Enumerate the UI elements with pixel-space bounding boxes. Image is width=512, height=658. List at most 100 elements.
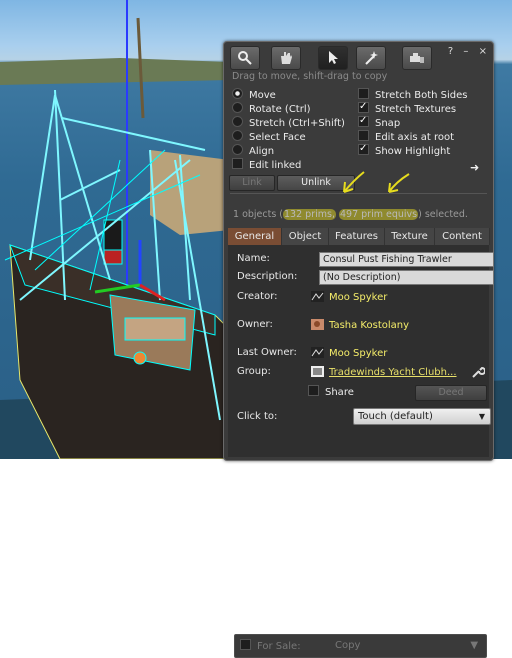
move-hand-icon [281,52,292,64]
stretch-textures-label: Stretch Textures [375,104,457,115]
minimize-button[interactable]: – [463,46,468,57]
owner-value[interactable]: Tasha Kostolany [311,319,409,331]
move-tool-button[interactable] [271,46,301,70]
checkbox-box [358,88,369,99]
land-tool-button[interactable] [402,46,432,70]
more-options-arrow-icon[interactable]: ➜ [470,161,479,174]
annotation-arrows-icon [343,171,410,193]
tab-general[interactable]: General [228,228,282,245]
radio-rotate[interactable]: Rotate (Ctrl) [232,102,311,116]
owner-label: Owner: [237,319,273,330]
count-prefix: 1 objects ( [233,209,284,220]
owner-name: Tasha Kostolany [329,320,410,331]
tab-features[interactable]: Features [329,228,385,245]
radio-dot [232,116,243,127]
radio-dot [232,102,243,113]
stretch-textures-checkbox[interactable]: Stretch Textures [358,100,457,116]
close-button[interactable]: × [479,46,487,57]
focus-tool-button[interactable] [230,46,260,70]
creator-value[interactable]: Moo Spyker [311,291,387,303]
click-to-value: Touch (default) [358,411,433,422]
snap-label: Snap [375,118,401,129]
for-sale-type-value: Copy [335,640,361,651]
description-field[interactable]: (No Description) [319,270,494,285]
edit-linked-checkbox[interactable]: Edit linked [232,158,301,172]
show-highlight-label: Show Highlight [375,146,451,157]
tab-object[interactable]: Object [282,228,329,245]
for-sale-checkbox[interactable]: For Sale: [240,639,301,653]
tab-content[interactable]: Content [435,228,490,245]
radio-stretch[interactable]: Stretch (Ctrl+Shift) [232,116,345,130]
radio-align-label: Align [249,146,275,157]
wrench-icon[interactable] [471,365,485,379]
edit-axis-root-checkbox[interactable]: Edit axis at root [358,130,454,144]
radio-dot [232,88,243,99]
checkbox-box [240,639,251,650]
chevron-down-icon: ▼ [470,640,479,651]
build-tools-floater: ? – × Drag to move, shift-drag to copy M… [223,41,494,658]
title-buttons: ? – × [441,46,487,57]
drag-hint-text: Drag to move, shift-drag to copy [232,71,388,82]
stretch-both-sides-checkbox[interactable]: Stretch Both Sides [358,88,468,102]
group-name: Tradewinds Yacht Clubh... [329,367,457,378]
radio-move[interactable]: Move [232,88,276,102]
edit-linked-label: Edit linked [249,160,302,171]
checkbox-box [308,385,319,396]
radio-stretch-label: Stretch (Ctrl+Shift) [249,118,345,129]
deed-button[interactable]: Deed [415,385,487,401]
radio-select-face[interactable]: Select Face [232,130,306,144]
group-value[interactable]: Tradewinds Yacht Clubh... [311,366,457,378]
show-highlight-checkbox[interactable]: Show Highlight [358,142,451,158]
radio-rotate-label: Rotate (Ctrl) [249,104,311,115]
checkbox-box [358,114,369,128]
for-sale-section: For Sale: Copy ▼ [234,634,487,658]
checkbox-box [232,158,243,169]
checkbox-box [358,100,369,114]
selection-count: 1 objects (132 prims, 497 prim equivs) s… [233,209,468,220]
create-wand-icon [365,51,378,65]
radio-dot [232,144,243,155]
focus-tool-icon [238,51,252,65]
creator-label: Creator: [237,291,278,302]
chevron-down-icon: ▼ [478,412,485,421]
click-to-label: Click to: [237,411,278,422]
divider [230,193,487,194]
description-label: Description: [237,271,298,282]
for-sale-label: For Sale: [257,641,301,652]
name-field[interactable]: Consul Pust Fishing Trawler [319,252,494,267]
edit-tool-button[interactable] [318,46,348,70]
radio-dot [232,130,243,141]
radio-move-label: Move [249,90,276,101]
for-sale-type-dropdown[interactable]: Copy ▼ [335,639,478,653]
group-label: Group: [237,366,271,377]
edit-pointer-icon [329,51,338,64]
share-checkbox[interactable]: Share [308,385,354,399]
click-to-dropdown[interactable]: Touch (default) ▼ [353,408,491,425]
prim-count-highlight: 132 prims, [283,209,336,220]
checkbox-box [358,142,369,156]
checkbox-box [358,130,369,141]
stretch-both-sides-label: Stretch Both Sides [375,90,468,101]
land-bulldozer-icon [410,53,424,63]
group-avatar-icon [311,366,324,377]
share-label: Share [325,387,354,398]
radio-align[interactable]: Align [232,144,274,158]
general-panel: Name: Consul Pust Fishing Trawler Descri… [228,245,494,658]
avatar-icon [311,319,324,330]
creator-name: Moo Spyker [329,292,388,303]
prim-equivs-highlight: 497 prim equivs [339,209,419,220]
avatar-icon [311,347,324,358]
radio-select-face-label: Select Face [249,132,306,143]
tab-texture[interactable]: Texture [385,228,435,245]
name-label: Name: [237,253,270,264]
create-tool-button[interactable] [356,46,386,70]
help-button[interactable]: ? [448,46,453,57]
edit-axis-root-label: Edit axis at root [375,132,455,143]
last-owner-label: Last Owner: [237,347,297,358]
snap-checkbox[interactable]: Snap [358,114,401,130]
last-owner-name: Moo Spyker [329,348,388,359]
link-button[interactable]: Link [229,175,275,191]
avatar-icon [311,291,324,302]
last-owner-value[interactable]: Moo Spyker [311,347,387,359]
count-suffix: ) selected. [418,209,468,220]
